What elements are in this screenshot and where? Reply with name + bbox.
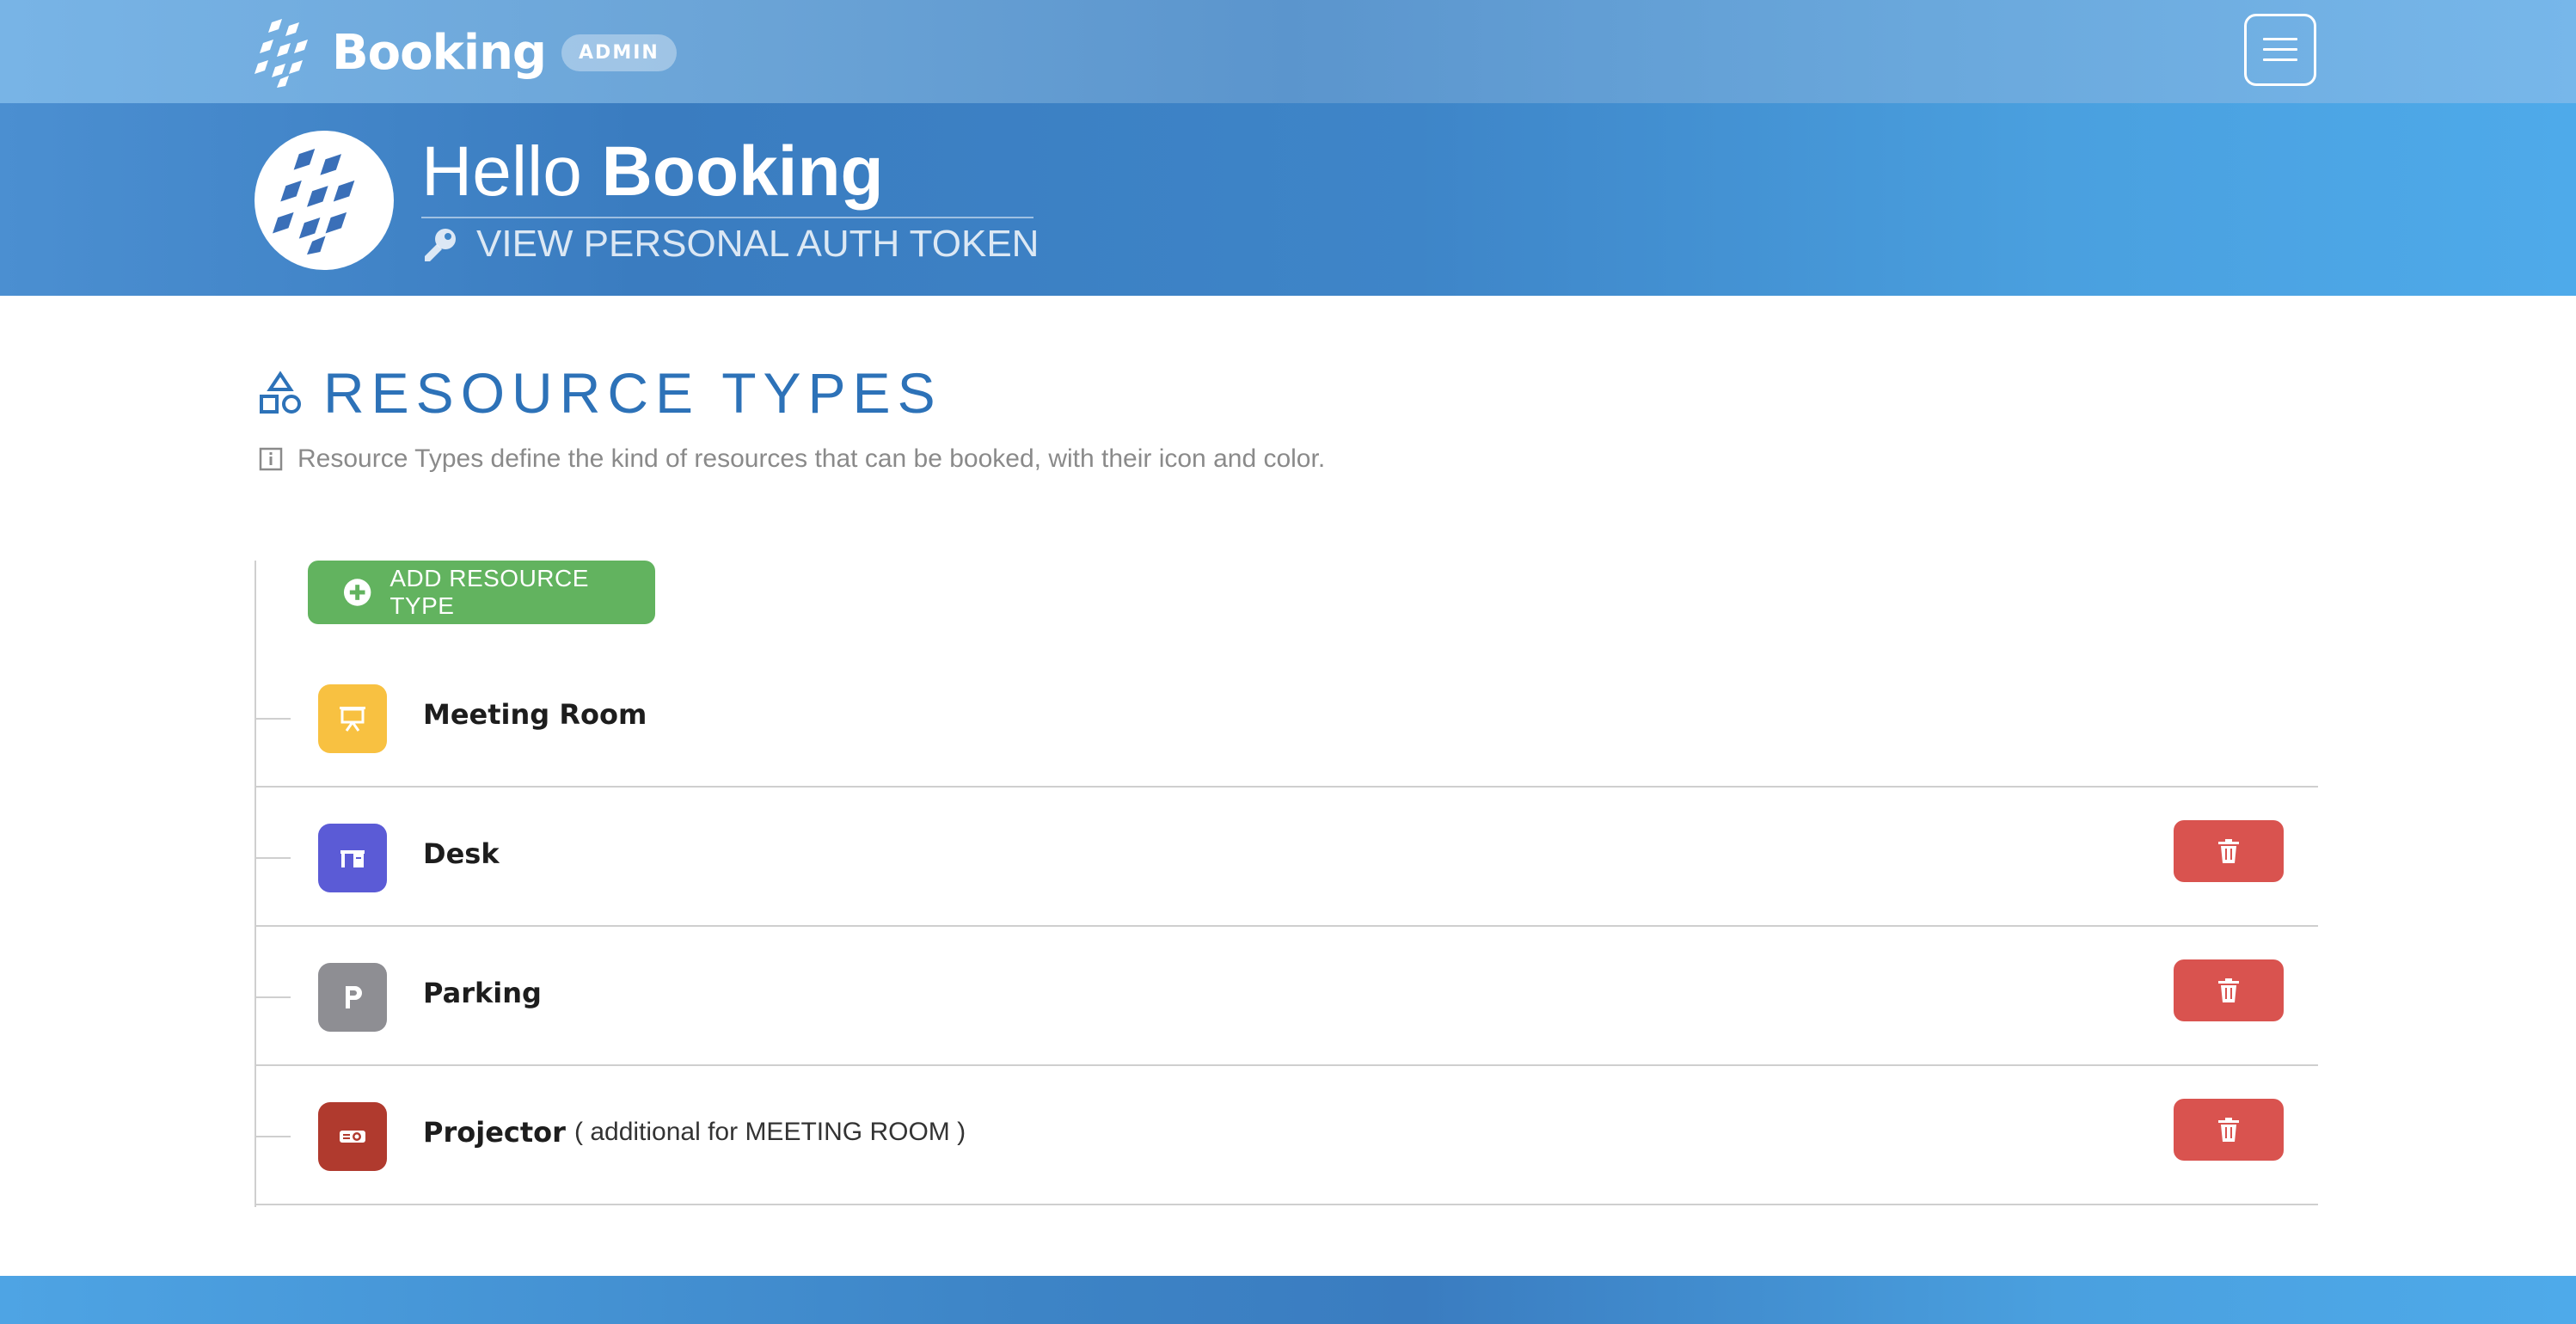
row-divider [256, 925, 2318, 927]
page-title: RESOURCE TYPES [258, 354, 942, 432]
add-resource-type-button[interactable]: ADD RESOURCE TYPE [308, 561, 655, 624]
row-divider [256, 786, 2318, 788]
tree-branch [256, 718, 291, 720]
resource-type-icon-tile [318, 684, 387, 753]
resource-type-name: Parking [423, 977, 542, 1009]
section-description-text: Resource Types define the kind of resour… [297, 444, 1326, 473]
avatar-logo-icon [273, 149, 355, 255]
brand-name: Booking [332, 24, 547, 81]
section-description: Resource Types define the kind of resour… [258, 438, 1325, 480]
presentation-board-icon [340, 707, 365, 732]
shapes-icon [260, 371, 301, 414]
tree-branch [256, 857, 291, 859]
tree-branch [256, 1136, 291, 1137]
list-item[interactable]: Parking [256, 929, 2318, 1066]
resource-type-icon-tile [318, 824, 387, 892]
list-item[interactable]: Projector ( additional for MEETING ROOM … [256, 1068, 2318, 1205]
admin-badge: ADMIN [561, 34, 677, 71]
delete-button[interactable] [2174, 959, 2284, 1021]
hamburger-icon [2263, 38, 2297, 61]
resource-type-name: Desk [423, 837, 500, 870]
parking-icon [346, 986, 362, 1008]
list-item[interactable]: Meeting Room [256, 650, 2318, 788]
resource-type-name: Projector [423, 1116, 566, 1149]
add-resource-type-label: ADD RESOURCE TYPE [389, 565, 589, 619]
top-navbar: Booking ADMIN [0, 0, 2576, 103]
row-divider [256, 1204, 2318, 1205]
projector-icon [340, 1131, 365, 1143]
trash-icon [2218, 839, 2239, 863]
user-name: Booking [601, 132, 884, 211]
page-title-text: RESOURCE TYPES [323, 361, 942, 425]
trash-icon [2218, 978, 2239, 1002]
trash-icon [2218, 1118, 2239, 1142]
resource-type-name: Meeting Room [423, 698, 647, 731]
token-link-label: VIEW PERSONAL AUTH TOKEN [476, 223, 1040, 265]
menu-toggle-button[interactable] [2244, 14, 2316, 86]
list-item[interactable]: Desk [256, 789, 2318, 927]
avatar [255, 131, 394, 270]
brand-logo-icon [255, 19, 308, 88]
resource-type-parent-note: ( additional for MEETING ROOM ) [574, 1118, 966, 1146]
delete-button[interactable] [2174, 820, 2284, 882]
brand[interactable]: Booking ADMIN [255, 14, 677, 91]
delete-button[interactable] [2174, 1099, 2284, 1161]
key-icon [425, 229, 456, 261]
desk-icon [340, 850, 365, 867]
greeting-text: Hello [421, 132, 582, 211]
footer-bar [0, 1276, 2576, 1324]
info-icon [259, 447, 283, 471]
resource-type-icon-tile [318, 1102, 387, 1171]
view-auth-token-link[interactable]: VIEW PERSONAL AUTH TOKEN [421, 218, 1039, 270]
greeting-heading: Hello Booking [421, 127, 1033, 218]
tree-branch [256, 996, 291, 998]
plus-circle-icon [343, 579, 371, 606]
resource-type-icon-tile [318, 963, 387, 1032]
row-divider [256, 1064, 2318, 1066]
